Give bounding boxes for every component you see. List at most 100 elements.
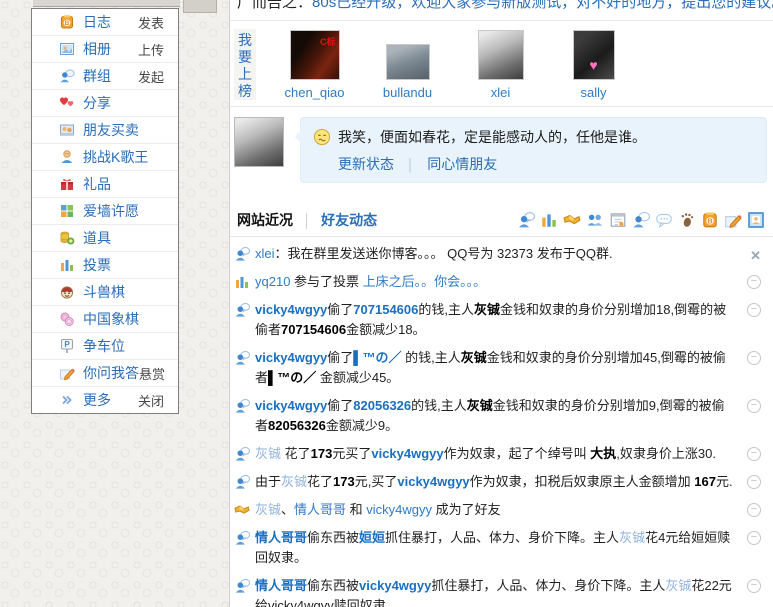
tab-friend-feed[interactable]: 好友动态 bbox=[321, 210, 377, 230]
sidebar-item-gifts[interactable]: 礼品 bbox=[32, 171, 178, 198]
same-mood-friends-link[interactable]: 同心情朋友 bbox=[427, 156, 497, 172]
sidebar-item-qa[interactable]: 你问我答 悬赏 bbox=[32, 360, 178, 387]
feed-item: 情人哥哥偷东西被姮姮抓住暴打，人品、体力、身价下降。主人灰铖花4元给姮姮赎回奴隶… bbox=[234, 524, 773, 572]
feed-text-segment: 偷东西被 bbox=[307, 578, 360, 593]
collapse-icon[interactable]: − bbox=[747, 447, 761, 461]
collapse-icon[interactable]: − bbox=[747, 531, 761, 545]
person-bubble2-icon[interactable] bbox=[632, 211, 650, 229]
feed-text-segment: 参与了投票 bbox=[290, 274, 363, 289]
calendar-icon[interactable] bbox=[609, 211, 627, 229]
feed-link[interactable]: ▌™の／ bbox=[353, 350, 401, 365]
feed-link[interactable]: vicky4wgyy bbox=[255, 398, 327, 413]
feed-item-text: 由于灰铖花了173元,买了vicky4wgyy作为奴隶，扣税后奴隶原主人金额增加… bbox=[255, 472, 737, 492]
person-bubble-icon bbox=[234, 246, 250, 262]
feed-link[interactable]: vicky4wgyy bbox=[255, 350, 327, 365]
footprint-icon[interactable] bbox=[678, 211, 696, 229]
sidebar-item-chinese-chess[interactable]: 中国象棋 bbox=[32, 306, 178, 333]
feed-link[interactable]: 灰铖 bbox=[255, 446, 281, 461]
sidebar-item-props[interactable]: 道具 bbox=[32, 225, 178, 252]
feed-link[interactable]: vicky4wgyy bbox=[371, 446, 443, 461]
vertical-label-char: 我 bbox=[238, 32, 252, 48]
sidebar-item-love-wall[interactable]: 爱墙许愿 bbox=[32, 198, 178, 225]
poll-icon[interactable] bbox=[540, 211, 558, 229]
user-name-link[interactable]: bullandu bbox=[383, 85, 432, 100]
feed-link[interactable]: 灰铖 bbox=[665, 578, 691, 593]
sidebar-item-action-qa[interactable]: 悬赏 bbox=[139, 364, 165, 383]
two-people-icon[interactable] bbox=[586, 211, 604, 229]
journal-icon[interactable]: B bbox=[701, 211, 719, 229]
update-status-link[interactable]: 更新状态 bbox=[338, 156, 394, 172]
feed-text-segment: 元. bbox=[715, 474, 733, 489]
feed-link[interactable]: 情人哥哥 bbox=[255, 578, 307, 593]
top-chrome-fragment bbox=[183, 0, 217, 13]
user-avatar[interactable]: ♥ bbox=[572, 30, 615, 80]
feed-link[interactable]: 灰铖 bbox=[619, 530, 645, 545]
tab-site-news[interactable]: 网站近况 bbox=[237, 210, 293, 230]
feed-link[interactable]: vicky4wgyy bbox=[397, 474, 469, 489]
user-name-link[interactable]: sally bbox=[580, 85, 606, 100]
announcement-bar: 广而告之：80s已经升级，欢迎大家参与新版测试，对不好的地方，提出您的建议。 bbox=[230, 0, 773, 21]
person-bubble-icon[interactable] bbox=[517, 211, 535, 229]
sidebar-item-journal[interactable]: B 日志 发表 bbox=[32, 9, 178, 36]
sidebar-item-parking[interactable]: P 争车位 bbox=[32, 333, 178, 360]
current-user-avatar[interactable] bbox=[234, 117, 284, 167]
feed-link[interactable]: 灰铖 bbox=[281, 474, 307, 489]
sidebar-item-share[interactable]: 分享 bbox=[32, 90, 178, 117]
sidebar-item-more[interactable]: 更多 关闭 bbox=[32, 387, 178, 413]
user-name-link[interactable]: xlei bbox=[491, 85, 511, 100]
sidebar-item-action-journal[interactable]: 发表 bbox=[138, 13, 164, 32]
sidebar-item-action-album[interactable]: 上传 bbox=[138, 40, 164, 59]
sidebar-item-friend-trade[interactable]: 朋友买卖 bbox=[32, 117, 178, 144]
feed-link[interactable]: 姮姮 bbox=[359, 530, 385, 545]
sidebar-item-beast-chess[interactable]: 斗兽棋 bbox=[32, 279, 178, 306]
feed-text-segment: 灰铖 bbox=[474, 302, 501, 317]
feed-item: vicky4wgyy偷了82056326的钱,主人灰铖金钱和奴隶的身价分别增加9… bbox=[234, 392, 773, 440]
i-want-on-list-button[interactable]: 我要上榜 bbox=[234, 29, 256, 100]
sidebar-item-label: 朋友买卖 bbox=[83, 122, 139, 138]
feed-item-controls: − bbox=[747, 275, 761, 289]
feed-link[interactable]: 情人哥哥 bbox=[255, 530, 307, 545]
sidebar-item-action-more[interactable]: 关闭 bbox=[138, 391, 164, 410]
feed-link[interactable]: vicky4wgyy bbox=[255, 302, 327, 317]
feed-link[interactable]: vicky4wgyy bbox=[359, 578, 431, 593]
bubble-outline-icon[interactable] bbox=[655, 211, 673, 229]
user-avatar[interactable] bbox=[385, 44, 430, 80]
feed-text-segment: 灰铖 bbox=[460, 350, 487, 365]
collapse-icon[interactable]: − bbox=[747, 503, 761, 517]
user-avatar[interactable]: C标 bbox=[289, 30, 340, 80]
feed-link[interactable]: xlei bbox=[255, 246, 275, 261]
feed-link[interactable]: 情人哥哥 bbox=[294, 502, 346, 517]
sidebar-item-vote[interactable]: 投票 bbox=[32, 252, 178, 279]
collapse-icon[interactable]: − bbox=[747, 579, 761, 593]
sidebar-item-action-groups[interactable]: 发起 bbox=[138, 67, 164, 86]
collapse-icon[interactable]: − bbox=[747, 351, 761, 365]
feed-link[interactable]: 灰铖 bbox=[255, 502, 281, 517]
sidebar-item-groups[interactable]: 群组 发起 bbox=[32, 63, 178, 90]
feed-item-controls: − bbox=[747, 475, 761, 489]
collapse-icon[interactable]: − bbox=[747, 275, 761, 289]
feed-link[interactable]: 上床之后。。你会。。。 bbox=[363, 274, 487, 289]
confused-emoticon-icon bbox=[313, 128, 331, 146]
feed-text-segment: 成为了好友 bbox=[432, 502, 501, 517]
feed-link[interactable]: vicky4wgyy bbox=[366, 502, 432, 517]
person-bubble-icon bbox=[234, 302, 250, 318]
handshake-icon[interactable] bbox=[563, 211, 581, 229]
feed-link[interactable]: yq210 bbox=[255, 274, 290, 289]
user-name-link[interactable]: chen_qiao bbox=[285, 85, 345, 100]
photo-frame-icon[interactable] bbox=[747, 211, 765, 229]
feed-item-text: 情人哥哥偷东西被姮姮抓住暴打，人品、体力、身价下降。主人灰铖花4元给姮姮赎回奴隶… bbox=[255, 528, 737, 568]
collapse-icon[interactable]: − bbox=[747, 399, 761, 413]
collapse-icon[interactable]: − bbox=[747, 475, 761, 489]
avatar-wrap: ♥ bbox=[572, 29, 615, 80]
sidebar-item-album[interactable]: 相册 上传 bbox=[32, 36, 178, 63]
user-avatar[interactable] bbox=[477, 30, 524, 80]
pencil-icon[interactable] bbox=[724, 211, 742, 229]
feed-link[interactable]: 707154606 bbox=[353, 302, 418, 317]
close-icon[interactable]: ✕ bbox=[750, 248, 761, 263]
feed-text-segment: 由于 bbox=[255, 474, 282, 489]
feed-item: 情人哥哥偷东西被vicky4wgyy抓住暴打，人品、体力、身价下降。主人灰铖花2… bbox=[234, 572, 773, 607]
feed-link[interactable]: 82056326 bbox=[353, 398, 411, 413]
sidebar-item-karaoke[interactable]: 挑战K歌王 bbox=[32, 144, 178, 171]
journal-icon: B bbox=[59, 14, 75, 30]
collapse-icon[interactable]: − bbox=[747, 303, 761, 317]
